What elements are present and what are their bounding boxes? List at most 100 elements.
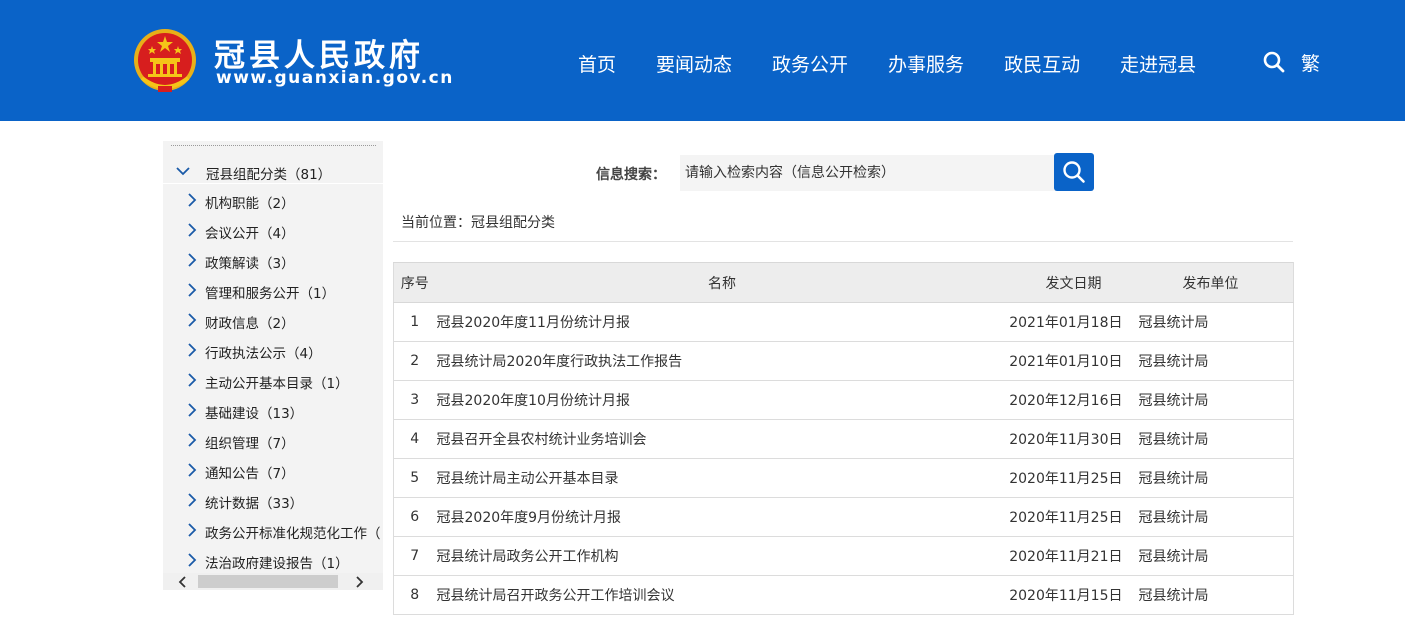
row-title-link[interactable]: 冠县统计局2020年度行政执法工作报告: [435, 341, 1009, 381]
traditional-chinese-toggle[interactable]: 繁: [1301, 49, 1320, 76]
nav-news[interactable]: 要闻动态: [656, 50, 732, 77]
table-row: 5 冠县统计局主动公开基本目录 2020年11月25日 冠县统计局: [393, 458, 1294, 498]
row-date: 2020年12月16日: [1008, 380, 1139, 420]
sidebar-item-label: 财政信息（2）: [205, 316, 295, 332]
sidebar-item-label: 政务公开标准化规范化工作（: [205, 526, 381, 542]
sidebar-root-category[interactable]: 冠县组配分类（81）: [163, 158, 383, 184]
sidebar-item-label: 政策解读（3）: [205, 256, 295, 272]
row-number: 7: [393, 536, 436, 576]
chevron-right-icon: [188, 313, 197, 327]
row-number: 8: [393, 575, 436, 615]
sidebar-item-label: 基础建设（13）: [205, 406, 304, 422]
nav-home[interactable]: 首页: [578, 50, 616, 77]
chevron-right-icon: [188, 283, 197, 297]
table-row: 3 冠县2020年度10月份统计月报 2020年12月16日 冠县统计局: [393, 380, 1294, 420]
table-header-row: 序号 名称 发文日期 发布单位: [393, 262, 1294, 303]
nav-gov-affairs[interactable]: 政务公开: [772, 50, 848, 77]
sidebar-item-label: 机构职能（2）: [205, 196, 295, 212]
header-name: 名称: [435, 262, 1009, 303]
national-emblem-logo[interactable]: [132, 26, 198, 96]
row-unit: 冠县统计局: [1138, 380, 1294, 420]
document-table: 序号 名称 发文日期 发布单位 1 冠县2020年度11月份统计月报 2021年…: [393, 262, 1294, 615]
sidebar-item[interactable]: 政务公开标准化规范化工作（: [163, 516, 383, 546]
row-unit: 冠县统计局: [1138, 536, 1294, 576]
nav-interaction[interactable]: 政民互动: [1004, 50, 1080, 77]
chevron-right-icon: [188, 433, 197, 447]
site-header: 冠县人民政府 www.guanxian.gov.cn 首页 要闻动态 政务公开 …: [0, 0, 1405, 121]
sidebar-item-label: 法治政府建设报告（1）: [205, 556, 349, 572]
table-row: 8 冠县统计局召开政务公开工作培训会议 2020年11月15日 冠县统计局: [393, 575, 1294, 615]
chevron-right-icon: [188, 403, 197, 417]
chevron-right-icon: [188, 493, 197, 507]
divider: [393, 241, 1293, 242]
sidebar-item[interactable]: 财政信息（2）: [163, 306, 383, 336]
row-date: 2021年01月18日: [1008, 302, 1139, 342]
sidebar-item[interactable]: 管理和服务公开（1）: [163, 276, 383, 306]
table-row: 7 冠县统计局政务公开工作机构 2020年11月21日 冠县统计局: [393, 536, 1294, 576]
row-title-link[interactable]: 冠县统计局召开政务公开工作培训会议: [435, 575, 1009, 615]
row-title-link[interactable]: 冠县召开全县农村统计业务培训会: [435, 419, 1009, 459]
breadcrumb: 当前位置：冠县组配分类: [401, 215, 555, 231]
sidebar-item-label: 会议公开（4）: [205, 226, 295, 242]
sidebar-item[interactable]: 通知公告（7）: [163, 456, 383, 486]
chevron-right-icon: [188, 373, 197, 387]
search-icon[interactable]: [1262, 50, 1286, 74]
row-title-link[interactable]: 冠县2020年度10月份统计月报: [435, 380, 1009, 420]
sidebar-item[interactable]: 政策解读（3）: [163, 246, 383, 276]
row-number: 4: [393, 419, 436, 459]
sidebar-item[interactable]: 行政执法公示（4）: [163, 336, 383, 366]
table-row: 6 冠县2020年度9月份统计月报 2020年11月25日 冠县统计局: [393, 497, 1294, 537]
nav-about[interactable]: 走进冠县: [1120, 50, 1196, 77]
header-number: 序号: [393, 262, 436, 303]
row-unit: 冠县统计局: [1138, 497, 1294, 537]
table-row: 1 冠县2020年度11月份统计月报 2021年01月18日 冠县统计局: [393, 302, 1294, 342]
row-number: 2: [393, 341, 436, 381]
row-number: 6: [393, 497, 436, 537]
sidebar-item-label: 统计数据（33）: [205, 496, 304, 512]
table-row: 4 冠县召开全县农村统计业务培训会 2020年11月30日 冠县统计局: [393, 419, 1294, 459]
scrollbar-thumb[interactable]: [198, 575, 338, 588]
chevron-right-icon: [188, 193, 197, 207]
sidebar-item[interactable]: 法治政府建设报告（1）: [163, 546, 383, 576]
sidebar-horizontal-scrollbar[interactable]: [163, 573, 383, 590]
chevron-right-icon: [188, 553, 197, 567]
sidebar-item[interactable]: 主动公开基本目录（1）: [163, 366, 383, 396]
row-date: 2021年01月10日: [1008, 341, 1139, 381]
row-unit: 冠县统计局: [1138, 575, 1294, 615]
nav-services[interactable]: 办事服务: [888, 50, 964, 77]
search-label: 信息搜索：: [596, 167, 666, 183]
row-title-link[interactable]: 冠县统计局政务公开工作机构: [435, 536, 1009, 576]
row-number: 3: [393, 380, 436, 420]
site-url: www.guanxian.gov.cn: [216, 68, 454, 88]
header-date: 发文日期: [1008, 262, 1139, 303]
row-title-link[interactable]: 冠县2020年度11月份统计月报: [435, 302, 1009, 342]
sidebar-item[interactable]: 组织管理（7）: [163, 426, 383, 456]
sidebar-item[interactable]: 统计数据（33）: [163, 486, 383, 516]
category-sidebar: 冠县组配分类（81） 机构职能（2） 会议公开（4） 政策解读（3） 管理和服务…: [163, 141, 383, 590]
row-number: 1: [393, 302, 436, 342]
row-title-link[interactable]: 冠县统计局主动公开基本目录: [435, 458, 1009, 498]
sidebar-item[interactable]: 会议公开（4）: [163, 216, 383, 246]
row-unit: 冠县统计局: [1138, 458, 1294, 498]
row-number: 5: [393, 458, 436, 498]
row-unit: 冠县统计局: [1138, 419, 1294, 459]
row-unit: 冠县统计局: [1138, 302, 1294, 342]
sidebar-item-label: 管理和服务公开（1）: [205, 286, 336, 302]
row-date: 2020年11月15日: [1008, 575, 1139, 615]
sidebar-root-label: 冠县组配分类（81）: [206, 167, 332, 183]
row-date: 2020年11月25日: [1008, 458, 1139, 498]
scroll-right-arrow-icon[interactable]: [355, 576, 365, 588]
main-nav: 首页 要闻动态 政务公开 办事服务 政民互动 走进冠县: [578, 48, 1196, 78]
row-date: 2020年11月30日: [1008, 419, 1139, 459]
chevron-right-icon: [188, 523, 197, 537]
sidebar-item[interactable]: 基础建设（13）: [163, 396, 383, 426]
row-unit: 冠县统计局: [1138, 341, 1294, 381]
chevron-right-icon: [188, 223, 197, 237]
sidebar-item[interactable]: 机构职能（2）: [163, 186, 383, 216]
row-title-link[interactable]: 冠县2020年度9月份统计月报: [435, 497, 1009, 537]
scroll-left-arrow-icon[interactable]: [177, 576, 187, 588]
sidebar-divider: [171, 145, 376, 146]
search-submit-button[interactable]: [1054, 153, 1094, 191]
search-input[interactable]: [680, 155, 1056, 191]
chevron-right-icon: [188, 463, 197, 477]
